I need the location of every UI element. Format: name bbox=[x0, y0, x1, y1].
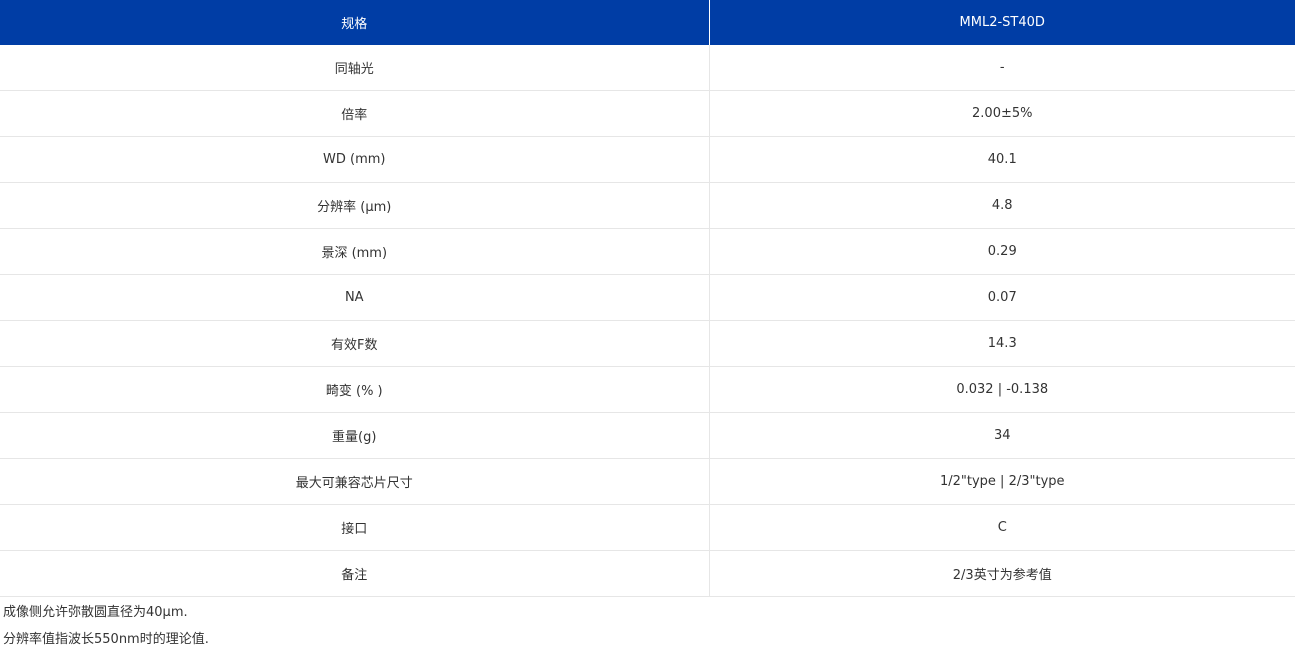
table-row: NA 0.07 bbox=[0, 274, 1295, 321]
row-value: C bbox=[709, 504, 1295, 551]
table-row: 接口 C bbox=[0, 504, 1295, 551]
table-row: 备注 2/3英寸为参考值 bbox=[0, 550, 1295, 597]
row-value: 14.3 bbox=[709, 320, 1295, 367]
table-row: 同轴光 - bbox=[0, 45, 1295, 91]
row-label: 倍率 bbox=[0, 90, 710, 137]
table-row: 重量(g) 34 bbox=[0, 412, 1295, 459]
row-value: 4.8 bbox=[709, 182, 1295, 229]
row-value: 0.29 bbox=[709, 228, 1295, 275]
row-label: WD (mm) bbox=[0, 136, 710, 183]
row-value: 40.1 bbox=[709, 136, 1295, 183]
table-row: 最大可兼容芯片尺寸 1/2"type | 2/3"type bbox=[0, 458, 1295, 505]
footnotes: 成像侧允许弥散圆直径为40µm. 分辨率值指波长550nm时的理论值. bbox=[0, 599, 1295, 653]
row-value: - bbox=[709, 45, 1295, 91]
spec-table: 规格 MML2-ST40D 同轴光 - 倍率 2.00±5% WD (mm) 4… bbox=[0, 0, 1295, 597]
row-value: 34 bbox=[709, 412, 1295, 459]
row-value: 0.07 bbox=[709, 274, 1295, 321]
table-row: 景深 (mm) 0.29 bbox=[0, 228, 1295, 275]
table-header-row: 规格 MML2-ST40D bbox=[0, 0, 1295, 45]
table-row: 畸变 (% ) 0.032 | -0.138 bbox=[0, 366, 1295, 413]
row-value: 2/3英寸为参考值 bbox=[709, 550, 1295, 597]
footnote-line: 成像侧允许弥散圆直径为40µm. bbox=[3, 605, 188, 620]
row-label: 接口 bbox=[0, 504, 710, 551]
table-row: 分辨率 (µm) 4.8 bbox=[0, 182, 1295, 229]
row-label: 分辨率 (µm) bbox=[0, 182, 710, 229]
header-model-name: MML2-ST40D bbox=[709, 0, 1295, 45]
row-value: 1/2"type | 2/3"type bbox=[709, 458, 1295, 505]
row-label: 同轴光 bbox=[0, 45, 710, 91]
row-label: 备注 bbox=[0, 550, 710, 597]
row-label: 最大可兼容芯片尺寸 bbox=[0, 458, 710, 505]
table-row: 有效F数 14.3 bbox=[0, 320, 1295, 367]
row-value: 2.00±5% bbox=[709, 90, 1295, 137]
header-spec-label: 规格 bbox=[0, 0, 710, 45]
row-label: 畸变 (% ) bbox=[0, 366, 710, 413]
row-label: 重量(g) bbox=[0, 412, 710, 459]
table-row: WD (mm) 40.1 bbox=[0, 136, 1295, 183]
row-label: 有效F数 bbox=[0, 320, 710, 367]
footnote-line: 分辨率值指波长550nm时的理论值. bbox=[3, 632, 209, 647]
table-row: 倍率 2.00±5% bbox=[0, 90, 1295, 137]
row-label: NA bbox=[0, 274, 710, 321]
row-label: 景深 (mm) bbox=[0, 228, 710, 275]
row-value: 0.032 | -0.138 bbox=[709, 366, 1295, 413]
